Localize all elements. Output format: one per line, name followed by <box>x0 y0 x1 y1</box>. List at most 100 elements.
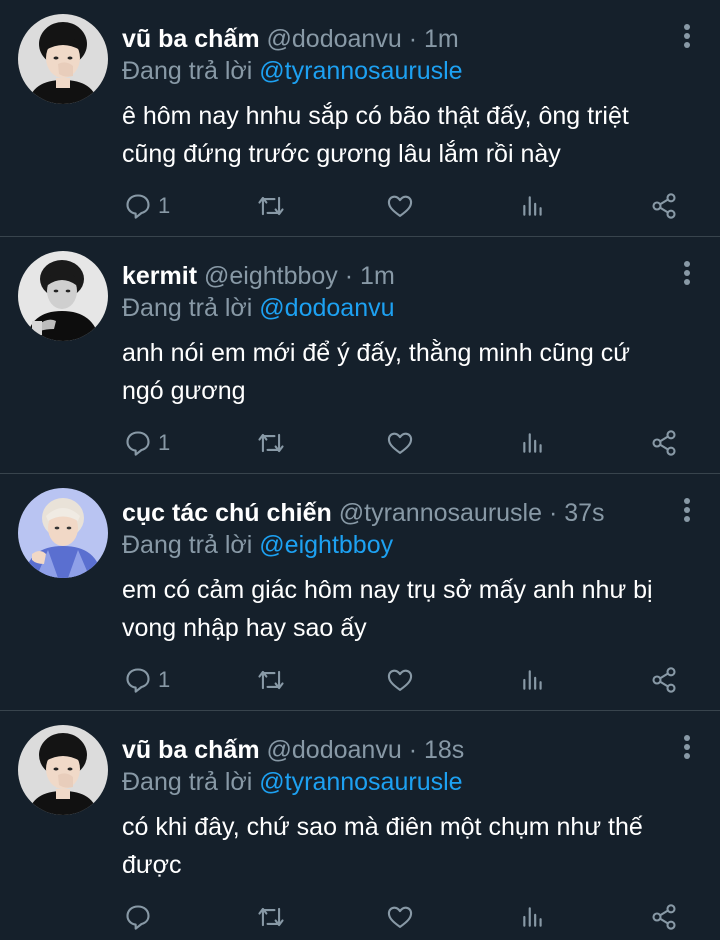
like-icon <box>387 669 413 691</box>
retweet-button[interactable] <box>256 423 286 463</box>
tweet-text: có khi đây, chứ sao mà điên một chụm như… <box>122 808 682 884</box>
reply-icon <box>126 668 150 693</box>
display-name[interactable]: kermit <box>122 262 197 290</box>
replying-to-label: Đang trả lời <box>122 57 253 85</box>
tweet-header: vũ ba chấm @dodoanvu · 18s <box>122 733 660 767</box>
user-handle[interactable]: @dodoanvu <box>267 736 402 764</box>
share-button[interactable] <box>650 660 678 700</box>
avatar[interactable] <box>18 488 108 578</box>
display-name[interactable]: vũ ba chấm <box>122 736 260 764</box>
replying-to-handle[interactable]: @tyrannosaurusle <box>259 768 462 796</box>
more-icon[interactable] <box>682 498 692 526</box>
stats-button[interactable] <box>520 897 546 937</box>
share-icon <box>652 430 676 456</box>
avatar[interactable] <box>18 14 108 104</box>
avatar[interactable] <box>18 251 108 341</box>
tweet[interactable]: vũ ba chấm @dodoanvu · 1m Đang trả lời @… <box>0 0 720 237</box>
tweet-text-line: vong nhập hay sao ấy <box>122 614 367 642</box>
reply-icon <box>126 905 150 930</box>
replying-to: Đang trả lời @tyrannosaurusle <box>122 767 463 797</box>
tweet[interactable]: kermit @eightbboy · 1m Đang trả lời @dod… <box>0 237 720 474</box>
like-button[interactable] <box>386 423 414 463</box>
retweet-icon <box>258 433 284 453</box>
display-name[interactable]: cục tác chú chiến <box>122 499 332 527</box>
reply-icon <box>126 431 150 456</box>
avatar-boy-hand-on-face-icon <box>18 725 108 815</box>
tweet[interactable]: vũ ba chấm @dodoanvu · 18s Đang trả lời … <box>0 711 720 940</box>
reply-count: 1 <box>158 430 171 455</box>
reply-button[interactable]: 1 <box>124 423 170 463</box>
reply-button[interactable]: 1 <box>124 660 170 700</box>
stats-button[interactable] <box>520 423 546 463</box>
replying-to: Đang trả lời @eightbboy <box>122 530 393 560</box>
tweet-text-line: cũng đứng trước gương lâu lắm rồi này <box>122 140 561 168</box>
tweet-text-line: anh nói em mới để ý đấy, thằng minh cũng… <box>122 339 630 367</box>
tweet-header: kermit @eightbboy · 1m <box>122 259 660 293</box>
timestamp[interactable]: 37s <box>564 499 604 527</box>
more-icon[interactable] <box>682 24 692 52</box>
replying-to: Đang trả lời @dodoanvu <box>122 293 395 323</box>
tweet-text-line: được <box>122 851 182 879</box>
tweet-header: cục tác chú chiến @tyrannosaurusle · 37s <box>122 496 660 530</box>
avatar-boy-black-white-icon <box>18 251 108 341</box>
replying-to-label: Đang trả lời <box>122 531 253 559</box>
stats-icon <box>523 433 542 453</box>
retweet-icon <box>258 670 284 690</box>
retweet-icon <box>258 196 284 216</box>
user-handle[interactable]: @tyrannosaurusle <box>339 499 542 527</box>
tweet-text: anh nói em mới để ý đấy, thằng minh cũng… <box>122 334 682 410</box>
replying-to-handle[interactable]: @tyrannosaurusle <box>259 57 462 85</box>
stats-icon <box>523 196 542 216</box>
separator-dot: · <box>408 25 418 53</box>
like-button[interactable] <box>386 660 414 700</box>
action-bar <box>0 897 720 937</box>
reply-button[interactable] <box>124 897 158 937</box>
reply-count: 1 <box>158 193 171 218</box>
replying-to-handle[interactable]: @eightbboy <box>259 531 393 559</box>
more-icon[interactable] <box>682 261 692 289</box>
replying-to-handle[interactable]: @dodoanvu <box>259 294 394 322</box>
timestamp[interactable]: 1m <box>360 262 395 290</box>
like-icon <box>387 195 413 217</box>
share-button[interactable] <box>650 423 678 463</box>
share-button[interactable] <box>650 186 678 226</box>
action-bar: 1 <box>0 186 720 226</box>
tweet-feed: vũ ba chấm @dodoanvu · 1m Đang trả lời @… <box>0 0 720 940</box>
stats-icon <box>523 907 542 927</box>
reply-button[interactable]: 1 <box>124 186 170 226</box>
tweet-text-line: ê hôm nay hnhu sắp có bão thật đấy, ông … <box>122 102 629 130</box>
stats-button[interactable] <box>520 186 546 226</box>
retweet-button[interactable] <box>256 186 286 226</box>
tweet-text-line: có khi đây, chứ sao mà điên một chụm như… <box>122 813 643 841</box>
display-name[interactable]: vũ ba chấm <box>122 25 260 53</box>
timestamp[interactable]: 18s <box>424 736 464 764</box>
action-bar: 1 <box>0 423 720 463</box>
stats-button[interactable] <box>520 660 546 700</box>
tweet-text-line: ngó gương <box>122 377 246 405</box>
tweet[interactable]: cục tác chú chiến @tyrannosaurusle · 37s… <box>0 474 720 711</box>
share-icon <box>652 667 676 693</box>
share-icon <box>652 193 676 219</box>
share-button[interactable] <box>650 897 678 937</box>
retweet-icon <box>258 907 284 927</box>
like-icon <box>387 906 413 928</box>
user-handle[interactable]: @dodoanvu <box>267 25 402 53</box>
tweet-text: ê hôm nay hnhu sắp có bão thật đấy, ông … <box>122 97 682 173</box>
tweet-text-line: em có cảm giác hôm nay trụ sở mấy anh nh… <box>122 576 653 604</box>
reply-count: 1 <box>158 667 171 692</box>
action-bar: 1 <box>0 660 720 700</box>
share-icon <box>652 904 676 930</box>
retweet-button[interactable] <box>256 660 286 700</box>
timestamp[interactable]: 1m <box>424 25 459 53</box>
avatar-boy-blue-background-icon <box>18 488 108 578</box>
avatar[interactable] <box>18 725 108 815</box>
replying-to-label: Đang trả lời <box>122 294 253 322</box>
tweet-header: vũ ba chấm @dodoanvu · 1m <box>122 22 660 56</box>
stats-icon <box>523 670 542 690</box>
retweet-button[interactable] <box>256 897 286 937</box>
more-icon[interactable] <box>682 735 692 763</box>
user-handle[interactable]: @eightbboy <box>204 262 338 290</box>
like-button[interactable] <box>386 186 414 226</box>
tweet-text: em có cảm giác hôm nay trụ sở mấy anh nh… <box>122 571 682 647</box>
like-button[interactable] <box>386 897 414 937</box>
